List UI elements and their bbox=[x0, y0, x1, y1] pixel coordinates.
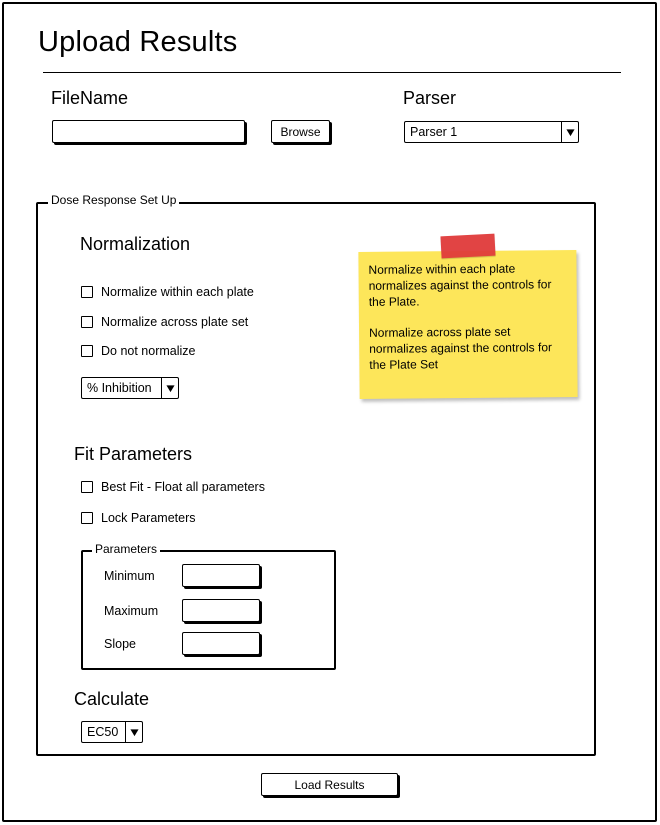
parser-select[interactable]: Parser 1 bbox=[404, 121, 579, 143]
filename-input[interactable] bbox=[52, 120, 245, 143]
normalize-across-set-checkbox[interactable] bbox=[81, 316, 93, 328]
normalization-heading: Normalization bbox=[80, 234, 191, 254]
note-paragraph-across: Normalize across plate set normalizes ag… bbox=[369, 324, 553, 372]
title-divider bbox=[43, 72, 621, 73]
tape-icon bbox=[440, 233, 496, 259]
slope-label: Slope bbox=[104, 637, 136, 651]
normalize-across-set-option[interactable]: Normalize across plate set bbox=[81, 315, 248, 329]
help-sticky-note: Normalize within each plate normalizes a… bbox=[358, 250, 578, 399]
load-results-button[interactable]: Load Results bbox=[261, 773, 398, 796]
lock-parameters-checkbox[interactable] bbox=[81, 512, 93, 524]
best-fit-label: Best Fit - Float all parameters bbox=[101, 480, 265, 494]
parser-select-value: Parser 1 bbox=[410, 125, 458, 139]
normalization-mode-value: % Inhibition bbox=[87, 381, 152, 395]
slope-input[interactable] bbox=[182, 632, 260, 655]
fit-parameters-heading: Fit Parameters bbox=[74, 444, 193, 464]
calculate-select-value: EC50 bbox=[87, 725, 119, 739]
minimum-input[interactable] bbox=[182, 564, 260, 587]
do-not-normalize-label: Do not normalize bbox=[101, 344, 196, 358]
chevron-down-icon[interactable] bbox=[161, 378, 178, 398]
chevron-down-icon[interactable] bbox=[561, 122, 578, 142]
do-not-normalize-option[interactable]: Do not normalize bbox=[81, 344, 196, 358]
filename-label: FileName bbox=[51, 88, 129, 108]
do-not-normalize-checkbox[interactable] bbox=[81, 345, 93, 357]
maximum-input[interactable] bbox=[182, 599, 260, 622]
calculate-heading: Calculate bbox=[74, 689, 150, 709]
lock-parameters-option[interactable]: Lock Parameters bbox=[81, 511, 195, 525]
maximum-label: Maximum bbox=[104, 604, 159, 618]
note-paragraph-within: Normalize within each plate normalizes a… bbox=[368, 261, 552, 309]
lock-parameters-label: Lock Parameters bbox=[101, 511, 196, 525]
dose-response-legend: Dose Response Set Up bbox=[48, 193, 180, 207]
normalization-mode-select[interactable]: % Inhibition bbox=[81, 377, 179, 399]
chevron-down-icon[interactable] bbox=[125, 722, 142, 742]
best-fit-checkbox[interactable] bbox=[81, 481, 93, 493]
calculate-select[interactable]: EC50 bbox=[81, 721, 143, 743]
normalize-within-plate-option[interactable]: Normalize within each plate bbox=[81, 285, 254, 299]
best-fit-option[interactable]: Best Fit - Float all parameters bbox=[81, 480, 265, 494]
parser-label: Parser bbox=[403, 88, 457, 108]
browse-button[interactable]: Browse bbox=[271, 120, 330, 143]
normalize-within-plate-label: Normalize within each plate bbox=[101, 285, 254, 299]
minimum-label: Minimum bbox=[104, 569, 155, 583]
parameters-legend: Parameters bbox=[92, 542, 161, 556]
page-title: Upload Results bbox=[38, 26, 238, 58]
normalize-across-set-label: Normalize across plate set bbox=[101, 315, 249, 329]
normalize-within-plate-checkbox[interactable] bbox=[81, 286, 93, 298]
